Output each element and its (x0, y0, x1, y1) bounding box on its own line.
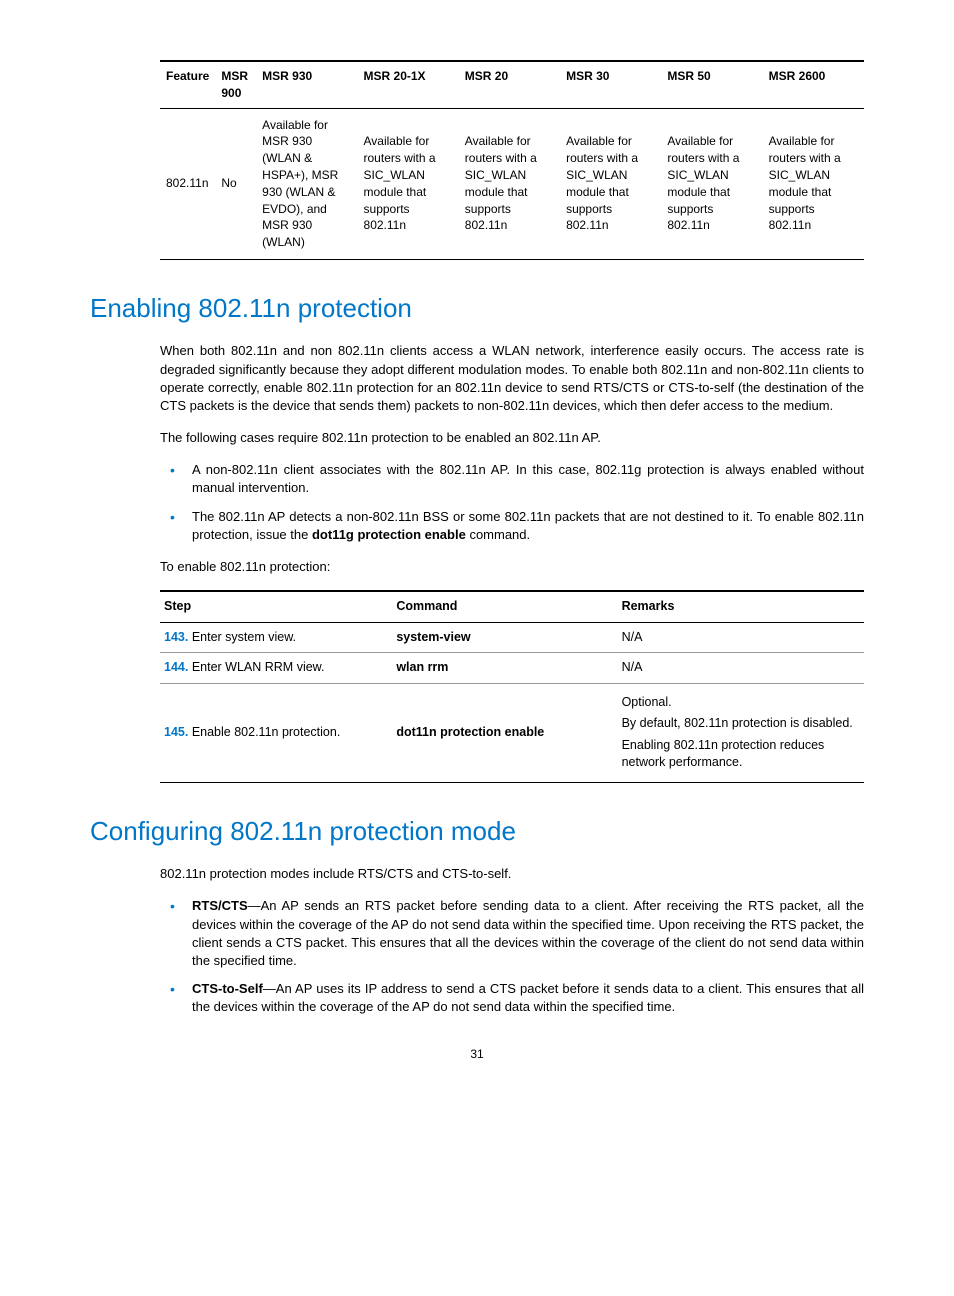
feature-table: Feature MSR 900 MSR 930 MSR 20-1X MSR 20… (160, 60, 864, 260)
th-msr930: MSR 930 (256, 61, 357, 108)
cell-step: 144. Enter WLAN RRM view. (160, 653, 392, 684)
cell-msr2600: Available for routers with a SIC_WLAN mo… (763, 108, 864, 259)
th-msr30: MSR 30 (560, 61, 661, 108)
step-text: Enter system view. (188, 630, 296, 644)
paragraph: When both 802.11n and non 802.11n client… (160, 342, 864, 415)
remark-line: By default, 802.11n protection is disabl… (622, 715, 860, 733)
bullet-list: RTS/CTS—An AP sends an RTS packet before… (160, 897, 864, 1016)
term: CTS-to-Self (192, 981, 263, 996)
remark-line: Optional. (622, 694, 860, 712)
step-number: 144. (164, 660, 188, 674)
cell-step: 143. Enter system view. (160, 622, 392, 653)
cell-feature: 802.11n (160, 108, 215, 259)
th-msr50: MSR 50 (661, 61, 762, 108)
command-text: dot11g protection enable (312, 527, 466, 542)
step-number: 145. (164, 725, 188, 739)
paragraph: To enable 802.11n protection: (160, 558, 864, 576)
paragraph: The following cases require 802.11n prot… (160, 429, 864, 447)
bullet-list: A non-802.11n client associates with the… (160, 461, 864, 544)
list-item: RTS/CTS—An AP sends an RTS packet before… (160, 897, 864, 970)
th-msr20: MSR 20 (459, 61, 560, 108)
cell-msr20-1x: Available for routers with a SIC_WLAN mo… (358, 108, 459, 259)
cell-msr30: Available for routers with a SIC_WLAN mo… (560, 108, 661, 259)
th-command: Command (392, 591, 617, 622)
table-row: 145. Enable 802.11n protection. dot11n p… (160, 683, 864, 782)
list-item: A non-802.11n client associates with the… (160, 461, 864, 497)
step-text: Enter WLAN RRM view. (188, 660, 324, 674)
text: command. (466, 527, 530, 542)
cell-msr20: Available for routers with a SIC_WLAN mo… (459, 108, 560, 259)
cell-msr900: No (215, 108, 256, 259)
table-row: 802.11n No Available for MSR 930 (WLAN &… (160, 108, 864, 259)
term: RTS/CTS (192, 898, 248, 913)
th-feature: Feature (160, 61, 215, 108)
step-table: Step Command Remarks 143. Enter system v… (160, 590, 864, 783)
step-number: 143. (164, 630, 188, 644)
th-msr900: MSR 900 (215, 61, 256, 108)
text: —An AP uses its IP address to send a CTS… (192, 981, 864, 1014)
text: —An AP sends an RTS packet before sendin… (192, 898, 864, 968)
table-row: 144. Enter WLAN RRM view. wlan rrm N/A (160, 653, 864, 684)
cell-command: wlan rrm (392, 653, 617, 684)
cell-msr930: Available for MSR 930 (WLAN & HSPA+), MS… (256, 108, 357, 259)
heading-enabling-80211n-protection: Enabling 802.11n protection (90, 290, 864, 326)
cell-command: dot11n protection enable (392, 683, 617, 782)
step-text: Enable 802.11n protection. (188, 725, 340, 739)
cell-remarks: N/A (618, 653, 864, 684)
heading-configuring-80211n-protection-mode: Configuring 802.11n protection mode (90, 813, 864, 849)
cell-msr50: Available for routers with a SIC_WLAN mo… (661, 108, 762, 259)
cell-remarks: N/A (618, 622, 864, 653)
list-item: The 802.11n AP detects a non-802.11n BSS… (160, 508, 864, 544)
remark-line: Enabling 802.11n protection reduces netw… (622, 737, 860, 772)
cell-step: 145. Enable 802.11n protection. (160, 683, 392, 782)
page-number: 31 (90, 1046, 864, 1063)
paragraph: 802.11n protection modes include RTS/CTS… (160, 865, 864, 883)
th-remarks: Remarks (618, 591, 864, 622)
list-item: CTS-to-Self—An AP uses its IP address to… (160, 980, 864, 1016)
cell-remarks: Optional. By default, 802.11n protection… (618, 683, 864, 782)
th-step: Step (160, 591, 392, 622)
cell-command: system-view (392, 622, 617, 653)
th-msr2600: MSR 2600 (763, 61, 864, 108)
table-row: 143. Enter system view. system-view N/A (160, 622, 864, 653)
th-msr20-1x: MSR 20-1X (358, 61, 459, 108)
